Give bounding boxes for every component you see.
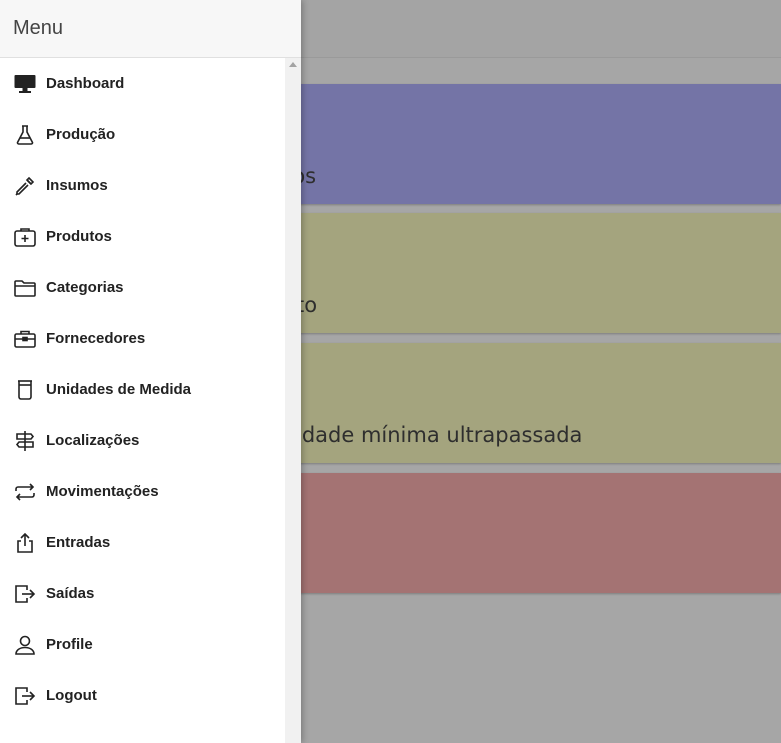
menu-item-insumos[interactable]: Insumos [0, 160, 285, 211]
menu-item-movimentacoes[interactable]: Movimentações [0, 466, 285, 517]
card-2-text: to [296, 293, 318, 317]
cylinder-icon [13, 378, 37, 402]
monitor-icon [13, 72, 37, 96]
menu-item-profile[interactable]: Profile [0, 619, 285, 670]
upload-icon [13, 531, 37, 555]
menu-label: Logout [46, 687, 97, 704]
drawer-scroll-area: Dashboard Produção Insumos Produtos Cate… [0, 58, 301, 743]
menu-label: Localizações [46, 432, 140, 449]
menu-item-dashboard[interactable]: Dashboard [0, 58, 285, 109]
card-1-text: dos [279, 164, 781, 188]
drawer-scrollbar[interactable] [285, 58, 301, 743]
menu-item-categorias[interactable]: Categorias [0, 262, 285, 313]
menu-item-unidades-de-medida[interactable]: Unidades de Medida [0, 364, 285, 415]
menu-label: Dashboard [46, 75, 125, 92]
menu-label: Profile [46, 636, 93, 653]
menu-label: Produção [46, 126, 116, 143]
menu-list: Dashboard Produção Insumos Produtos Cate… [0, 58, 285, 721]
person-icon [13, 633, 37, 657]
menu-label: Produtos [46, 228, 112, 245]
menu-label: Saídas [46, 585, 95, 602]
menu-item-localizacoes[interactable]: Localizações [0, 415, 285, 466]
exit-icon [13, 582, 37, 606]
menu-item-fornecedores[interactable]: Fornecedores [0, 313, 285, 364]
menu-label: Entradas [46, 534, 111, 551]
menu-item-producao[interactable]: Produção [0, 109, 285, 160]
signpost-icon [13, 429, 37, 453]
menu-label: Categorias [46, 279, 124, 296]
briefcase-icon [13, 327, 37, 351]
drawer-title: Menu [13, 17, 64, 39]
flask-icon [13, 123, 37, 147]
menu-item-saidas[interactable]: Saídas [0, 568, 285, 619]
menu-label: Insumos [46, 177, 108, 194]
card-3-text: idade mínima ultrapassada [296, 423, 583, 447]
drawer-header: Menu [0, 0, 301, 58]
dropper-icon [13, 174, 37, 198]
folder-icon [13, 276, 37, 300]
menu-label: Fornecedores [46, 330, 146, 347]
menu-label: Unidades de Medida [46, 381, 192, 398]
navigation-drawer: Menu Dashboard Produção Insumos Produtos… [0, 0, 301, 743]
menu-label: Movimentações [46, 483, 159, 500]
logout-icon [13, 684, 37, 708]
box-plus-icon [13, 225, 37, 249]
arrows-repeat-icon [13, 480, 37, 504]
scroll-up-arrow-icon[interactable] [289, 62, 297, 67]
menu-item-produtos[interactable]: Produtos [0, 211, 285, 262]
menu-item-logout[interactable]: Logout [0, 670, 285, 721]
menu-item-entradas[interactable]: Entradas [0, 517, 285, 568]
